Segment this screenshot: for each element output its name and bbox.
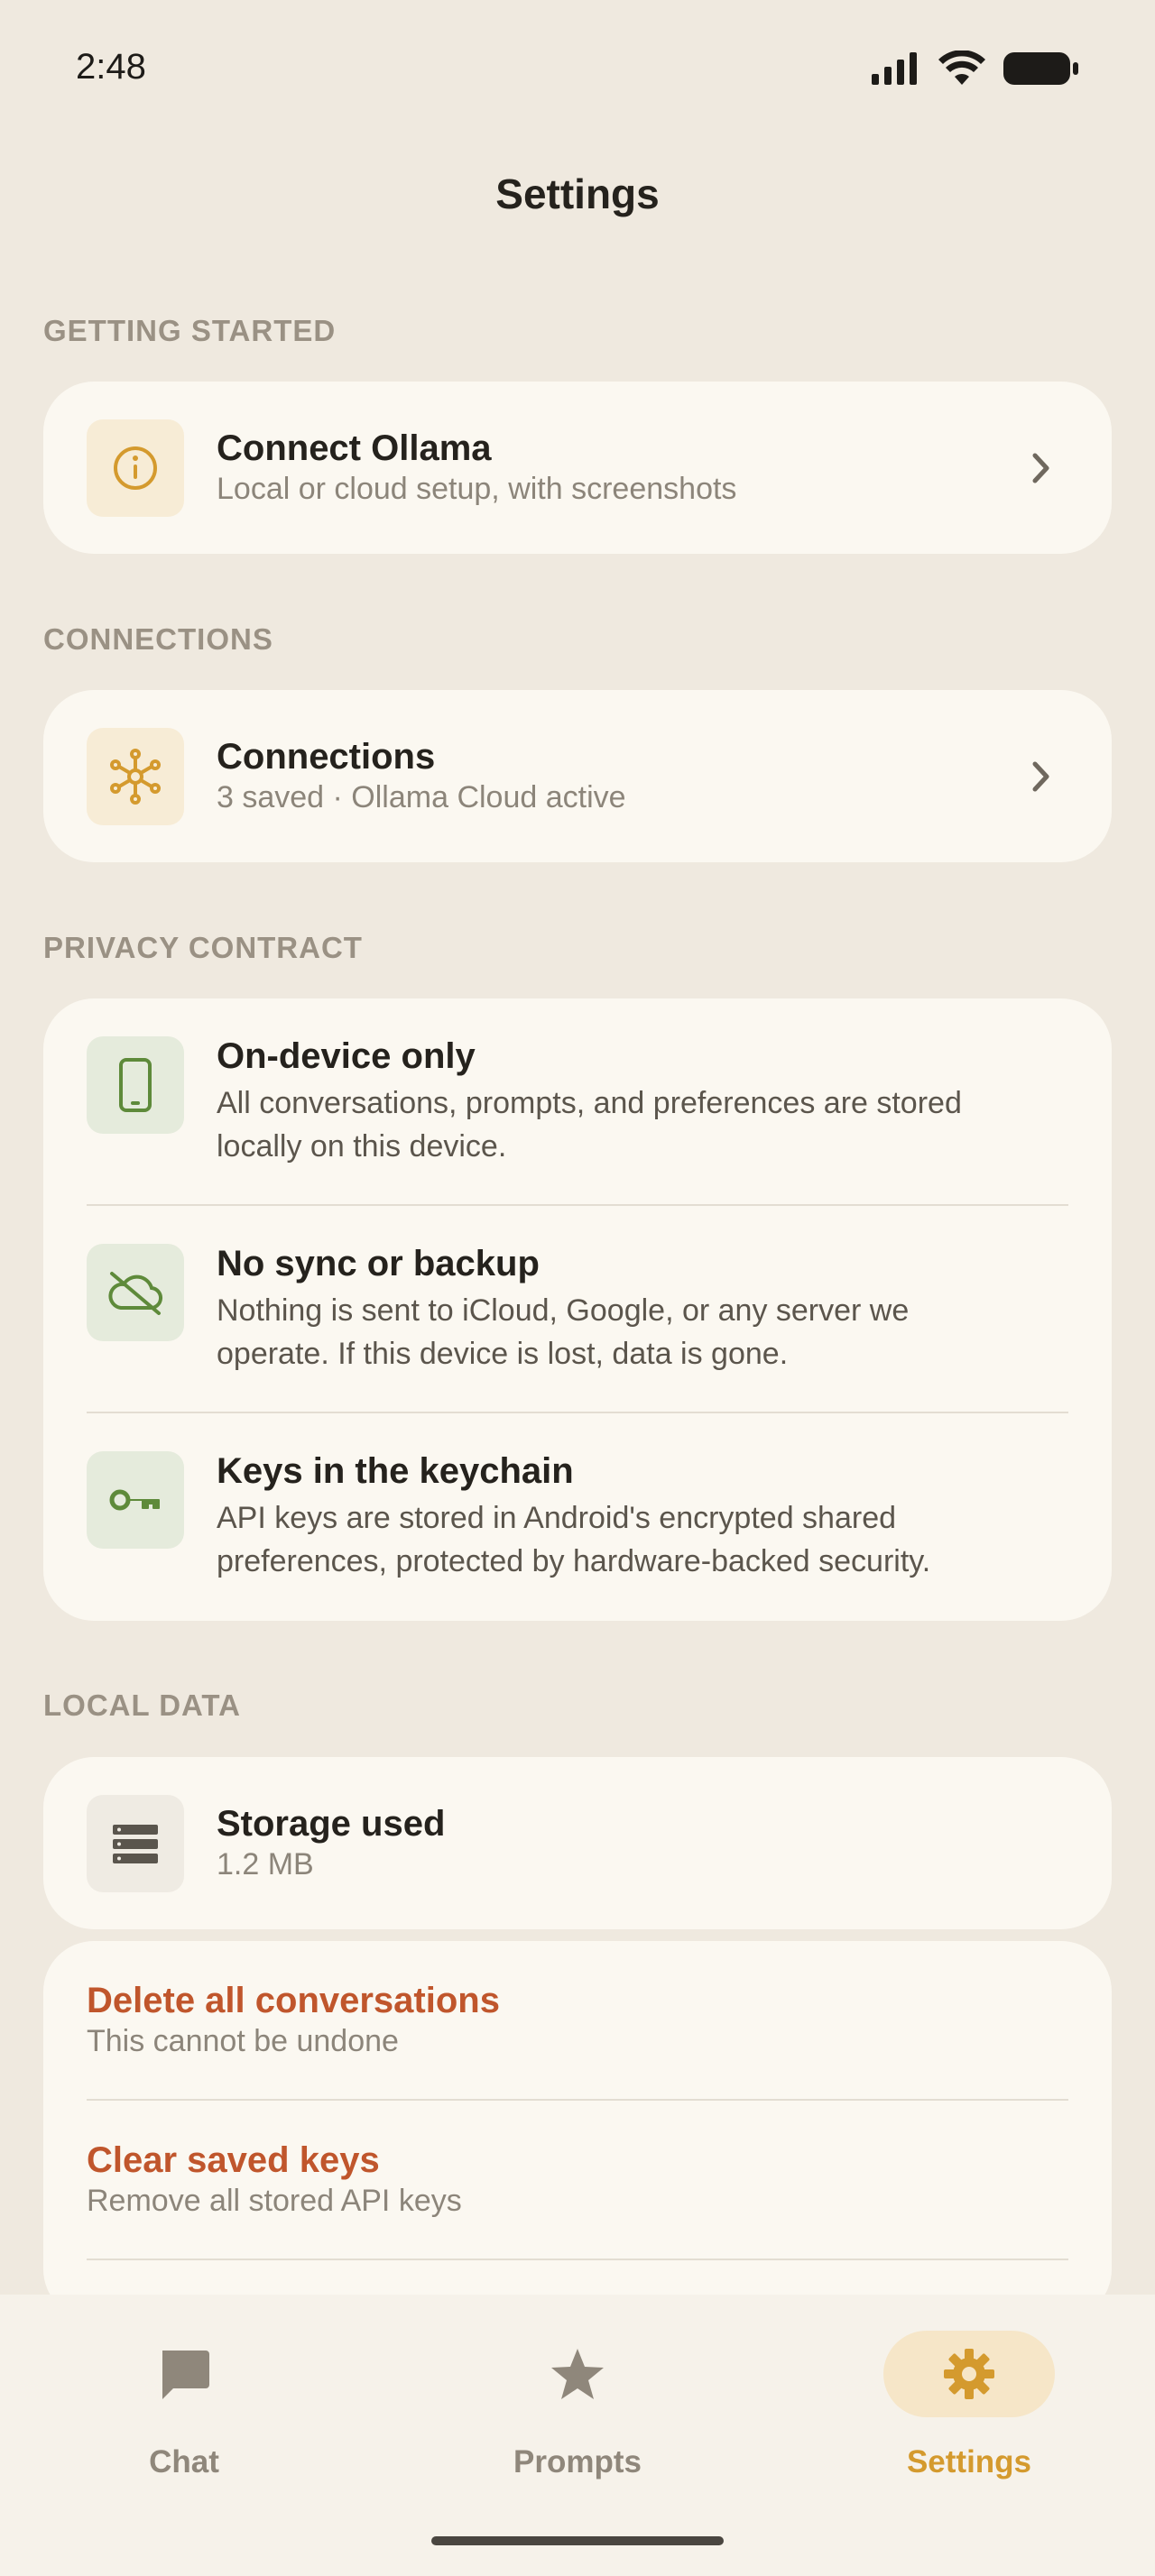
privacy-item-desc: API keys are stored in Android's encrypt… bbox=[217, 1501, 931, 1578]
chevron-right-icon bbox=[1032, 761, 1049, 792]
nav-label-chat: Chat bbox=[149, 2444, 219, 2479]
storage-value: 1.2 MB bbox=[217, 1847, 314, 1881]
chat-icon bbox=[98, 2331, 270, 2417]
connect-ollama-card[interactable]: Connect Ollama Local or cloud setup, wit… bbox=[43, 382, 1112, 554]
cloud-off-icon bbox=[87, 1244, 184, 1341]
key-icon bbox=[87, 1451, 184, 1549]
chevron-right-icon bbox=[1032, 453, 1049, 483]
bottom-nav: Chat Prompts Settings bbox=[0, 2295, 1155, 2576]
privacy-item-title: No sync or backup bbox=[217, 1244, 540, 1283]
info-icon bbox=[87, 419, 184, 517]
page-title: Settings bbox=[495, 170, 660, 217]
connections-title: Connections bbox=[217, 737, 436, 777]
clear-keys-subtitle: Remove all stored API keys bbox=[87, 2184, 462, 2218]
nav-label-prompts: Prompts bbox=[513, 2444, 642, 2479]
battery-icon bbox=[1003, 52, 1078, 85]
delete-all-subtitle: This cannot be undone bbox=[87, 2024, 399, 2058]
nav-label-settings: Settings bbox=[906, 2444, 1032, 2479]
home-indicator[interactable] bbox=[431, 2536, 724, 2545]
wifi-icon bbox=[938, 51, 985, 85]
star-icon bbox=[492, 2331, 663, 2417]
clear-saved-keys-button[interactable]: Clear saved keys Remove all stored API k… bbox=[43, 2101, 1112, 2259]
status-time: 2:48 bbox=[76, 47, 146, 87]
divider bbox=[87, 2259, 1068, 2260]
connections-card[interactable]: Connections 3 saved · Ollama Cloud activ… bbox=[43, 690, 1112, 862]
network-icon bbox=[87, 728, 184, 825]
section-label-privacy: PRIVACY CONTRACT bbox=[43, 931, 363, 964]
divider bbox=[87, 1412, 1068, 1413]
delete-all-title: Delete all conversations bbox=[87, 1981, 500, 2020]
phone-icon bbox=[87, 1036, 184, 1134]
section-label-getting-started: GETTING STARTED bbox=[43, 314, 337, 347]
privacy-item-title: On-device only bbox=[217, 1036, 476, 1076]
privacy-item-desc: All conversations, prompts, and preferen… bbox=[217, 1086, 962, 1164]
divider bbox=[87, 1204, 1068, 1206]
clear-keys-title: Clear saved keys bbox=[87, 2140, 380, 2180]
privacy-card: On-device only All conversations, prompt… bbox=[43, 998, 1112, 1621]
signal-icon bbox=[872, 52, 917, 85]
storage-card: Storage used 1.2 MB bbox=[43, 1757, 1112, 1929]
connections-subtitle: 3 saved · Ollama Cloud active bbox=[217, 780, 626, 814]
status-icons bbox=[870, 51, 1079, 87]
section-label-connections: CONNECTIONS bbox=[43, 622, 273, 656]
privacy-item-desc: Nothing is sent to iCloud, Google, or an… bbox=[217, 1293, 910, 1371]
connect-ollama-subtitle: Local or cloud setup, with screenshots bbox=[217, 472, 737, 506]
storage-title: Storage used bbox=[217, 1804, 446, 1844]
delete-all-conversations-button[interactable]: Delete all conversations This cannot be … bbox=[43, 1941, 1112, 2099]
section-label-local-data: LOCAL DATA bbox=[43, 1688, 241, 1722]
privacy-item-title: Keys in the keychain bbox=[217, 1451, 574, 1491]
status-bar: 2:48 bbox=[0, 0, 1155, 135]
danger-card: Delete all conversations This cannot be … bbox=[43, 1941, 1112, 2320]
connect-ollama-title: Connect Ollama bbox=[217, 428, 492, 468]
gear-icon bbox=[883, 2331, 1055, 2417]
storage-icon bbox=[87, 1795, 184, 1892]
